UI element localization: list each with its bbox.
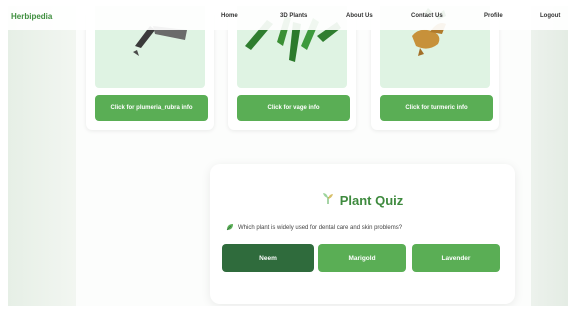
- nav-logout[interactable]: Logout: [540, 13, 560, 19]
- quiz-question-text: Which plant is widely used for dental ca…: [238, 225, 403, 231]
- nav-about-us[interactable]: About Us: [346, 13, 373, 19]
- brand-logo[interactable]: Herbipedia: [11, 12, 52, 21]
- vage-info-button[interactable]: Click for vage info: [237, 95, 350, 121]
- nav-contact-us[interactable]: Contact Us: [411, 13, 443, 19]
- quiz-header: Plant Quiz: [210, 190, 515, 210]
- page-viewport: Herbipedia Home 3D Plants About Us Conta…: [8, 6, 568, 306]
- top-navbar: Herbipedia Home 3D Plants About Us Conta…: [8, 6, 568, 30]
- plant-quiz-card: Plant Quiz Which plant is widely used fo…: [210, 164, 515, 304]
- plumeria-info-button[interactable]: Click for plumeria_rubra info: [95, 95, 208, 121]
- leaf-icon: [226, 223, 234, 233]
- quiz-question: Which plant is widely used for dental ca…: [226, 223, 402, 233]
- nav-profile[interactable]: Profile: [484, 13, 503, 19]
- nav-3d-plants[interactable]: 3D Plants: [280, 13, 307, 19]
- nav-home[interactable]: Home: [221, 13, 238, 19]
- answer-option-neem[interactable]: Neem: [222, 244, 314, 272]
- turmeric-info-button[interactable]: Click for turmeric info: [380, 95, 493, 121]
- answer-option-marigold[interactable]: Marigold: [318, 244, 406, 272]
- sprout-icon: [322, 191, 334, 209]
- quiz-title: Plant Quiz: [339, 192, 404, 208]
- main-content: Click for plumeria_rubra info Click for …: [76, 6, 531, 306]
- answer-option-lavender[interactable]: Lavender: [412, 244, 500, 272]
